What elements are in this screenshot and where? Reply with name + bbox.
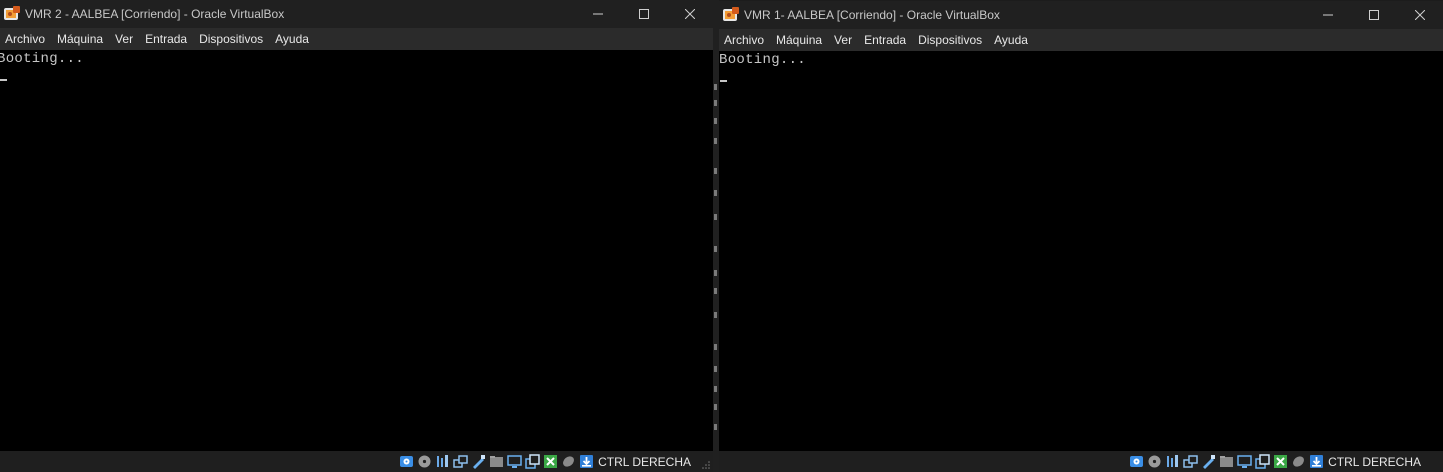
resize-grip-icon[interactable] bbox=[701, 460, 711, 470]
vm-console-screen[interactable]: Booting... bbox=[719, 51, 1443, 451]
menu-ver[interactable]: Ver bbox=[828, 29, 858, 51]
status-bar: CTRL DERECHA bbox=[719, 451, 1443, 472]
title-bar[interactable]: VMR 1- AALBEA [Corriendo] - Oracle Virtu… bbox=[719, 1, 1443, 29]
menu-entrada[interactable]: Entrada bbox=[139, 28, 193, 50]
network-icon[interactable] bbox=[1183, 454, 1198, 469]
optical-drive-icon[interactable] bbox=[417, 454, 432, 469]
host-key-label: CTRL DERECHA bbox=[598, 454, 691, 469]
menu-ayuda[interactable]: Ayuda bbox=[269, 28, 315, 50]
hard-disk-icon[interactable] bbox=[1129, 454, 1144, 469]
console-cursor bbox=[720, 80, 727, 82]
status-bar: CTRL DERECHA bbox=[0, 451, 713, 472]
console-cursor bbox=[0, 79, 7, 81]
close-icon bbox=[685, 9, 695, 19]
menu-archivo[interactable]: Archivo bbox=[0, 28, 51, 50]
close-button[interactable] bbox=[1397, 1, 1443, 29]
mouse-integration-icon[interactable] bbox=[1291, 454, 1306, 469]
hard-disk-icon[interactable] bbox=[399, 454, 414, 469]
maximize-icon bbox=[639, 9, 649, 19]
optical-drive-icon[interactable] bbox=[1147, 454, 1162, 469]
menu-bar: Archivo Máquina Ver Entrada Dispositivos… bbox=[0, 28, 713, 50]
shared-folders-icon[interactable] bbox=[1219, 454, 1234, 469]
menu-dispositivos[interactable]: Dispositivos bbox=[912, 29, 988, 51]
menu-dispositivos[interactable]: Dispositivos bbox=[193, 28, 269, 50]
display-icon[interactable] bbox=[507, 454, 522, 469]
vm-console-screen[interactable]: Booting... bbox=[0, 50, 713, 451]
status-icons bbox=[399, 454, 594, 469]
menu-archivo[interactable]: Archivo bbox=[719, 29, 770, 51]
minimize-icon bbox=[593, 13, 603, 15]
network-icon[interactable] bbox=[453, 454, 468, 469]
maximize-button[interactable] bbox=[1351, 1, 1397, 29]
video-capture-icon[interactable] bbox=[1255, 454, 1270, 469]
vm-window-vmr1[interactable]: VMR 1- AALBEA [Corriendo] - Oracle Virtu… bbox=[719, 1, 1443, 472]
usb-icon[interactable] bbox=[1201, 454, 1216, 469]
menu-ayuda[interactable]: Ayuda bbox=[988, 29, 1034, 51]
title-bar[interactable]: VMR 2 - AALBEA [Corriendo] - Oracle Virt… bbox=[0, 0, 713, 28]
window-title: VMR 2 - AALBEA [Corriendo] - Oracle Virt… bbox=[25, 7, 285, 21]
host-key-label: CTRL DERECHA bbox=[1328, 454, 1421, 469]
menu-maquina[interactable]: Máquina bbox=[51, 28, 109, 50]
window-title: VMR 1- AALBEA [Corriendo] - Oracle Virtu… bbox=[744, 8, 1000, 22]
minimize-button[interactable] bbox=[575, 0, 621, 28]
guest-additions-icon[interactable] bbox=[543, 454, 558, 469]
menu-ver[interactable]: Ver bbox=[109, 28, 139, 50]
minimize-button[interactable] bbox=[1305, 1, 1351, 29]
mouse-integration-icon[interactable] bbox=[561, 454, 576, 469]
status-icons bbox=[1129, 454, 1324, 469]
menu-maquina[interactable]: Máquina bbox=[770, 29, 828, 51]
display-icon[interactable] bbox=[1237, 454, 1252, 469]
maximize-button[interactable] bbox=[621, 0, 667, 28]
minimize-icon bbox=[1323, 14, 1333, 16]
usb-icon[interactable] bbox=[471, 454, 486, 469]
shared-folders-icon[interactable] bbox=[489, 454, 504, 469]
close-icon bbox=[1415, 10, 1425, 20]
menu-entrada[interactable]: Entrada bbox=[858, 29, 912, 51]
maximize-icon bbox=[1369, 10, 1379, 20]
keyboard-icon[interactable] bbox=[579, 454, 594, 469]
virtualbox-app-icon[interactable] bbox=[722, 6, 740, 24]
audio-icon[interactable] bbox=[435, 454, 450, 469]
console-boot-text: Booting... bbox=[719, 52, 807, 68]
virtualbox-app-icon[interactable] bbox=[3, 5, 21, 23]
close-button[interactable] bbox=[667, 0, 713, 28]
keyboard-icon[interactable] bbox=[1309, 454, 1324, 469]
video-capture-icon[interactable] bbox=[525, 454, 540, 469]
guest-additions-icon[interactable] bbox=[1273, 454, 1288, 469]
menu-bar: Archivo Máquina Ver Entrada Dispositivos… bbox=[719, 29, 1443, 51]
console-boot-text: Booting... bbox=[0, 51, 85, 67]
vm-window-vmr2[interactable]: VMR 2 - AALBEA [Corriendo] - Oracle Virt… bbox=[0, 0, 713, 472]
audio-icon[interactable] bbox=[1165, 454, 1180, 469]
